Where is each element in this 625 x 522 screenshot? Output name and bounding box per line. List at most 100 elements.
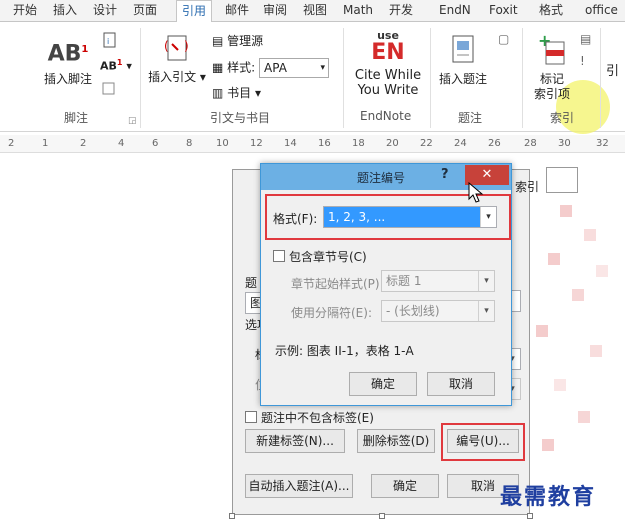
tab-format[interactable]: 格式: [534, 0, 568, 22]
help-icon[interactable]: ?: [441, 167, 449, 182]
tab-office[interactable]: office: [580, 0, 623, 22]
ruler-tick: 24: [454, 138, 467, 149]
tab-view[interactable]: 视图: [298, 0, 332, 22]
chapter-style-dropdown[interactable]: 标题 1 ▾: [381, 270, 495, 292]
insert-index-icon[interactable]: ▤: [580, 32, 591, 46]
ruler-tick: 16: [318, 138, 331, 149]
separator: [600, 28, 601, 128]
numbering-ok-button[interactable]: 确定: [349, 372, 417, 396]
ruler-tick: 2: [8, 138, 15, 149]
style-dropdown[interactable]: APA ▾: [259, 58, 330, 78]
delete-label-button[interactable]: 删除标签(D): [357, 429, 435, 453]
decoration: [590, 345, 602, 357]
exclude-label-checkbox[interactable]: [245, 411, 257, 423]
include-chapter-checkbox[interactable]: [273, 250, 285, 262]
resize-handle[interactable]: [527, 513, 533, 519]
autocaption-button[interactable]: 自动插入题注(A)...: [245, 474, 353, 498]
insert-footnote-button[interactable]: AB1 插入脚注: [38, 38, 98, 87]
decoration: [572, 289, 584, 301]
mark-entry-button[interactable]: + 标记 索引项: [528, 31, 576, 102]
ruler-tick: 26: [488, 138, 501, 149]
example-text: 示例: 图表 II-1，表格 1-A: [275, 344, 414, 358]
tab-design[interactable]: 设计: [88, 0, 122, 22]
style-selector[interactable]: ▦ 样式: APA ▾: [212, 58, 330, 78]
separator: [522, 28, 523, 128]
decoration: [536, 325, 548, 337]
show-notes-icon[interactable]: [102, 82, 116, 99]
svg-text:(: (: [164, 39, 169, 53]
bibliography-icon: ▥: [212, 86, 224, 100]
ruler-tick: 8: [186, 138, 193, 149]
ok-button[interactable]: 确定: [371, 474, 439, 498]
numbering-cancel-button[interactable]: 取消: [427, 372, 495, 396]
decoration: [560, 205, 572, 217]
decoration: [554, 379, 566, 391]
page-thumbnail-icon[interactable]: [546, 167, 578, 193]
tab-layout[interactable]: 页面: [128, 0, 162, 22]
caption-icon: [452, 35, 474, 63]
resize-handle[interactable]: [229, 513, 235, 519]
separator-dropdown[interactable]: - (长划线) ▾: [381, 300, 495, 322]
tab-endnote[interactable]: EndN: [434, 0, 476, 22]
tab-review[interactable]: 审阅: [258, 0, 292, 22]
citation-group-label: 引文与书目: [210, 111, 271, 125]
manage-sources-icon: ▤: [212, 34, 224, 48]
format-label: 格式(F):: [273, 212, 318, 226]
tab-insert[interactable]: 插入: [48, 0, 82, 22]
ruler-tick: 32: [596, 138, 609, 149]
ruler[interactable]: 2 1 2 4 6 8 10 12 14 16 18 20 22 24 26 2…: [0, 135, 625, 153]
ruler-tick: 14: [284, 138, 297, 149]
mouse-cursor-icon: [468, 182, 484, 203]
next-footnote-button[interactable]: AB1 ▾: [100, 58, 132, 73]
caption-group-label: 题注: [458, 111, 483, 125]
insert-caption-button[interactable]: 插入题注: [434, 34, 492, 87]
endnote-group-label: EndNote: [360, 109, 412, 123]
exclude-label-text: 题注中不包含标签(E): [261, 411, 374, 425]
caption-label-fragment: 题: [245, 276, 258, 290]
ruler-tick: 6: [152, 138, 159, 149]
dialog-title: 题注编号: [357, 171, 406, 185]
cite-while-you-write-button[interactable]: use EN Cite While You Write: [350, 29, 426, 99]
index-tab-fragment: 索引: [515, 180, 540, 194]
svg-text:): ): [184, 39, 189, 53]
index-group-label: 索引: [550, 111, 575, 125]
insert-citation-button[interactable]: () 插入引文 ▾: [146, 34, 208, 85]
tab-foxit[interactable]: Foxit: [484, 0, 523, 22]
table-of-authorities-label: 引: [606, 64, 620, 79]
footnote-dialog-launcher-icon[interactable]: ◲: [128, 116, 137, 126]
insert-citation-label: 插入引文 ▾: [148, 70, 206, 84]
watermark-text: 最需教育: [500, 484, 597, 510]
decoration: [596, 265, 608, 277]
tab-mailings[interactable]: 邮件: [220, 0, 254, 22]
separator: [430, 28, 431, 128]
footnote-icon: AB1: [47, 41, 89, 67]
ruler-tick: 28: [524, 138, 537, 149]
resize-handle[interactable]: [379, 513, 385, 519]
ruler-tick: 22: [420, 138, 433, 149]
ribbon: AB1 插入脚注 i AB1 ▾ 脚注 ◲ () 插入引文 ▾ ▤ 管理源 ▦ …: [0, 22, 625, 134]
chapter-style-label: 章节起始样式(P): [291, 277, 380, 291]
bibliography-button[interactable]: ▥ 书目 ▾: [212, 84, 261, 101]
tab-developer[interactable]: 开发: [384, 0, 418, 22]
insert-endnote-icon[interactable]: i: [102, 32, 118, 51]
ruler-tick: 1: [42, 138, 49, 149]
decoration: [584, 229, 596, 241]
svg-text:i: i: [107, 37, 109, 46]
style-icon: ▦: [212, 60, 224, 75]
tab-references[interactable]: 引用: [176, 0, 213, 23]
tab-math[interactable]: Math: [338, 0, 378, 22]
tab-home[interactable]: 开始: [8, 0, 42, 22]
ribbon-tabbar: 开始 插入 设计 页面 引用 邮件 审阅 视图 Math 开发 EndN Fox…: [0, 0, 625, 23]
decoration: [548, 253, 560, 265]
update-index-icon[interactable]: !: [580, 54, 585, 68]
ruler-tick: 2: [80, 138, 87, 149]
include-chapter-label: 包含章节号(C): [289, 250, 367, 264]
numbering-highlight-box: [441, 423, 525, 461]
cross-reference-icon[interactable]: ▢: [498, 32, 509, 46]
format-dropdown[interactable]: 1, 2, 3, ... ▾: [323, 206, 497, 228]
manage-sources-button[interactable]: ▤ 管理源: [212, 32, 263, 49]
citation-icon: (): [164, 35, 189, 61]
endnote-logo-icon: use EN: [371, 29, 405, 65]
ruler-tick: 20: [386, 138, 399, 149]
new-label-button[interactable]: 新建标签(N)...: [245, 429, 345, 453]
